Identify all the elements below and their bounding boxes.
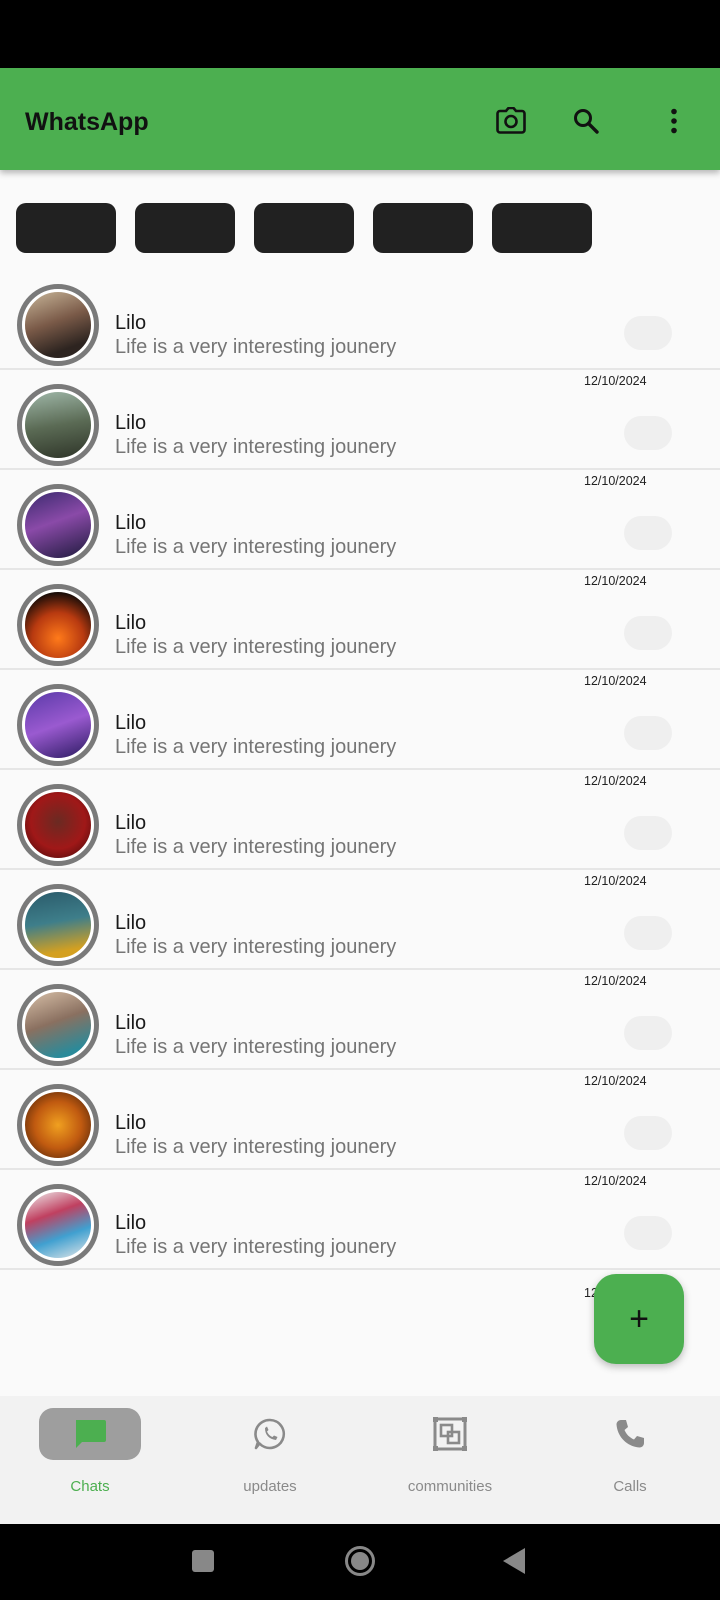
- chat-message: Life is a very interesting jounery: [115, 636, 397, 658]
- chat-row[interactable]: Lilo Life is a very interesting jounery …: [0, 370, 720, 470]
- new-chat-button[interactable]: +: [594, 1274, 684, 1364]
- avatar[interactable]: [17, 584, 99, 666]
- filter-chip[interactable]: [16, 203, 116, 253]
- chat-name: Lilo: [115, 712, 147, 734]
- chat-name: Lilo: [115, 512, 147, 534]
- unread-badge: [624, 816, 672, 850]
- chat-message: Life is a very interesting jounery: [115, 1036, 397, 1058]
- unread-badge: [624, 516, 672, 550]
- system-nav-bar: [0, 1524, 720, 1600]
- chat-date: 12/10/2024: [584, 674, 647, 688]
- chat-message: Life is a very interesting jounery: [115, 836, 397, 858]
- nav-label: Calls: [613, 1478, 647, 1495]
- unread-badge: [624, 616, 672, 650]
- chat-date: 12/10/2024: [584, 874, 647, 888]
- chat-row[interactable]: Lilo Life is a very interesting jounery …: [0, 1070, 720, 1170]
- chat-date: 12/10/2024: [584, 374, 647, 388]
- avatar[interactable]: [17, 284, 99, 366]
- chat-row[interactable]: Lilo Life is a very interesting jounery …: [0, 770, 720, 870]
- chat-name: Lilo: [115, 1012, 147, 1034]
- unread-badge: [624, 916, 672, 950]
- app-title: WhatsApp: [25, 108, 149, 136]
- nav-label: communities: [407, 1478, 493, 1495]
- avatar[interactable]: [17, 384, 99, 466]
- chat-message: Life is a very interesting jounery: [115, 436, 397, 458]
- chat-row[interactable]: Lilo Life is a very interesting jounery …: [0, 470, 720, 570]
- chat-name: Lilo: [115, 612, 147, 634]
- chat-row[interactable]: Lilo Life is a very interesting jounery …: [0, 670, 720, 770]
- unread-badge: [624, 1016, 672, 1050]
- chat-list: Lilo Life is a very interesting jounery …: [0, 270, 720, 1270]
- avatar[interactable]: [17, 884, 99, 966]
- unread-badge: [624, 1216, 672, 1250]
- chat-date: 12/10/2024: [584, 1174, 647, 1188]
- chat-row[interactable]: Lilo Life is a very interesting jounery …: [0, 1170, 720, 1270]
- unread-badge: [624, 416, 672, 450]
- camera-icon[interactable]: [491, 101, 531, 141]
- nav-label: Chats: [70, 1478, 110, 1495]
- chat-name: Lilo: [115, 912, 147, 934]
- whatsapp-status-icon: [180, 1414, 360, 1454]
- filter-chip[interactable]: [373, 203, 473, 253]
- status-bar: [0, 0, 720, 68]
- chat-date: 12/10/2024: [584, 474, 647, 488]
- chat-date: 12/10/2024: [584, 774, 647, 788]
- chat-name: Lilo: [115, 412, 147, 434]
- avatar[interactable]: [17, 784, 99, 866]
- filter-chip[interactable]: [135, 203, 235, 253]
- avatar[interactable]: [17, 484, 99, 566]
- filter-chip[interactable]: [492, 203, 592, 253]
- nav-item-calls[interactable]: Calls: [540, 1396, 720, 1524]
- communities-icon: [360, 1414, 540, 1454]
- chat-row[interactable]: Lilo Life is a very interesting jounery: [0, 270, 720, 370]
- search-icon[interactable]: [566, 101, 606, 141]
- chat-name: Lilo: [115, 1112, 147, 1134]
- nav-item-updates[interactable]: updates: [180, 1396, 360, 1524]
- home-icon[interactable]: [345, 1546, 375, 1576]
- chat-name: Lilo: [115, 1212, 147, 1234]
- unread-badge: [624, 716, 672, 750]
- chat-message: Life is a very interesting jounery: [115, 736, 397, 758]
- back-icon[interactable]: [503, 1548, 525, 1574]
- chat-row[interactable]: Lilo Life is a very interesting jounery …: [0, 870, 720, 970]
- chat-row[interactable]: Lilo Life is a very interesting jounery …: [0, 570, 720, 670]
- chat-message: Life is a very interesting jounery: [115, 936, 397, 958]
- bottom-nav: Chats updates communities Calls: [0, 1396, 720, 1524]
- chat-message: Life is a very interesting jounery: [115, 1236, 397, 1258]
- chat-date: 12/10/2024: [584, 974, 647, 988]
- chat-message: Life is a very interesting jounery: [115, 1136, 397, 1158]
- recents-icon[interactable]: [192, 1550, 214, 1572]
- avatar[interactable]: [17, 684, 99, 766]
- chat-message: Life is a very interesting jounery: [115, 536, 397, 558]
- chat-name: Lilo: [115, 312, 147, 334]
- filter-chip[interactable]: [254, 203, 354, 253]
- chat-message: Life is a very interesting jounery: [115, 336, 397, 358]
- chat-date: 12/10/2024: [584, 1074, 647, 1088]
- chat-name: Lilo: [115, 812, 147, 834]
- unread-badge: [624, 316, 672, 350]
- nav-item-communities[interactable]: communities: [360, 1396, 540, 1524]
- more-vert-icon[interactable]: [654, 101, 694, 141]
- phone-icon: [540, 1414, 720, 1454]
- add-icon: +: [629, 1299, 649, 1338]
- unread-badge: [624, 1116, 672, 1150]
- nav-item-chats[interactable]: Chats: [0, 1396, 180, 1524]
- chat-date: 12/10/2024: [584, 574, 647, 588]
- app-bar: WhatsApp: [0, 68, 720, 170]
- chat-icon: [0, 1414, 180, 1454]
- nav-label: updates: [243, 1478, 297, 1495]
- filter-chips: [0, 203, 720, 255]
- chat-row[interactable]: Lilo Life is a very interesting jounery …: [0, 970, 720, 1070]
- avatar[interactable]: [17, 1184, 99, 1266]
- avatar[interactable]: [17, 1084, 99, 1166]
- avatar[interactable]: [17, 984, 99, 1066]
